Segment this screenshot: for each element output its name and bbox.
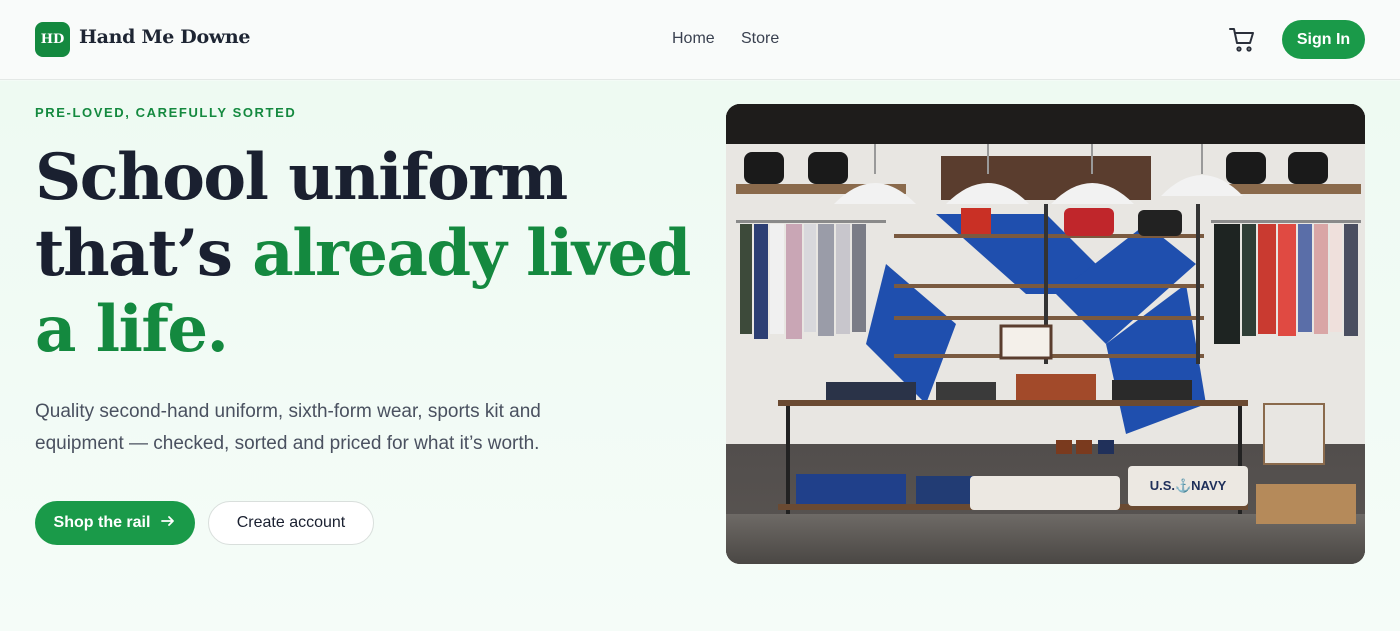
- nav-store-link[interactable]: Store: [741, 30, 779, 48]
- hero-eyebrow: PRE-LOVED, CAREFULLY SORTED: [35, 105, 297, 120]
- photo-sign-text: U.S.⚓NAVY: [1150, 478, 1227, 493]
- hero-subtext: Quality second-hand uniform, sixth-form …: [35, 401, 541, 454]
- clothing-store-photo: U.S.⚓NAVY: [726, 104, 1365, 564]
- logo-badge[interactable]: HD: [35, 22, 70, 57]
- create-account-button[interactable]: Create account: [208, 501, 374, 545]
- cart-icon[interactable]: [1228, 26, 1256, 54]
- hero-headline: School uniform that’s already lived a li…: [35, 140, 695, 368]
- nav-home-link[interactable]: Home: [672, 30, 715, 48]
- site-header: HD Hand Me Downe Home Store Sign In: [0, 0, 1400, 80]
- arrow-right-icon: [160, 513, 176, 534]
- brand-name[interactable]: Hand Me Downe: [79, 26, 251, 48]
- shop-the-rail-button[interactable]: Shop the rail: [35, 501, 195, 545]
- shop-the-rail-label: Shop the rail: [53, 514, 151, 531]
- sign-in-button[interactable]: Sign In: [1282, 20, 1365, 59]
